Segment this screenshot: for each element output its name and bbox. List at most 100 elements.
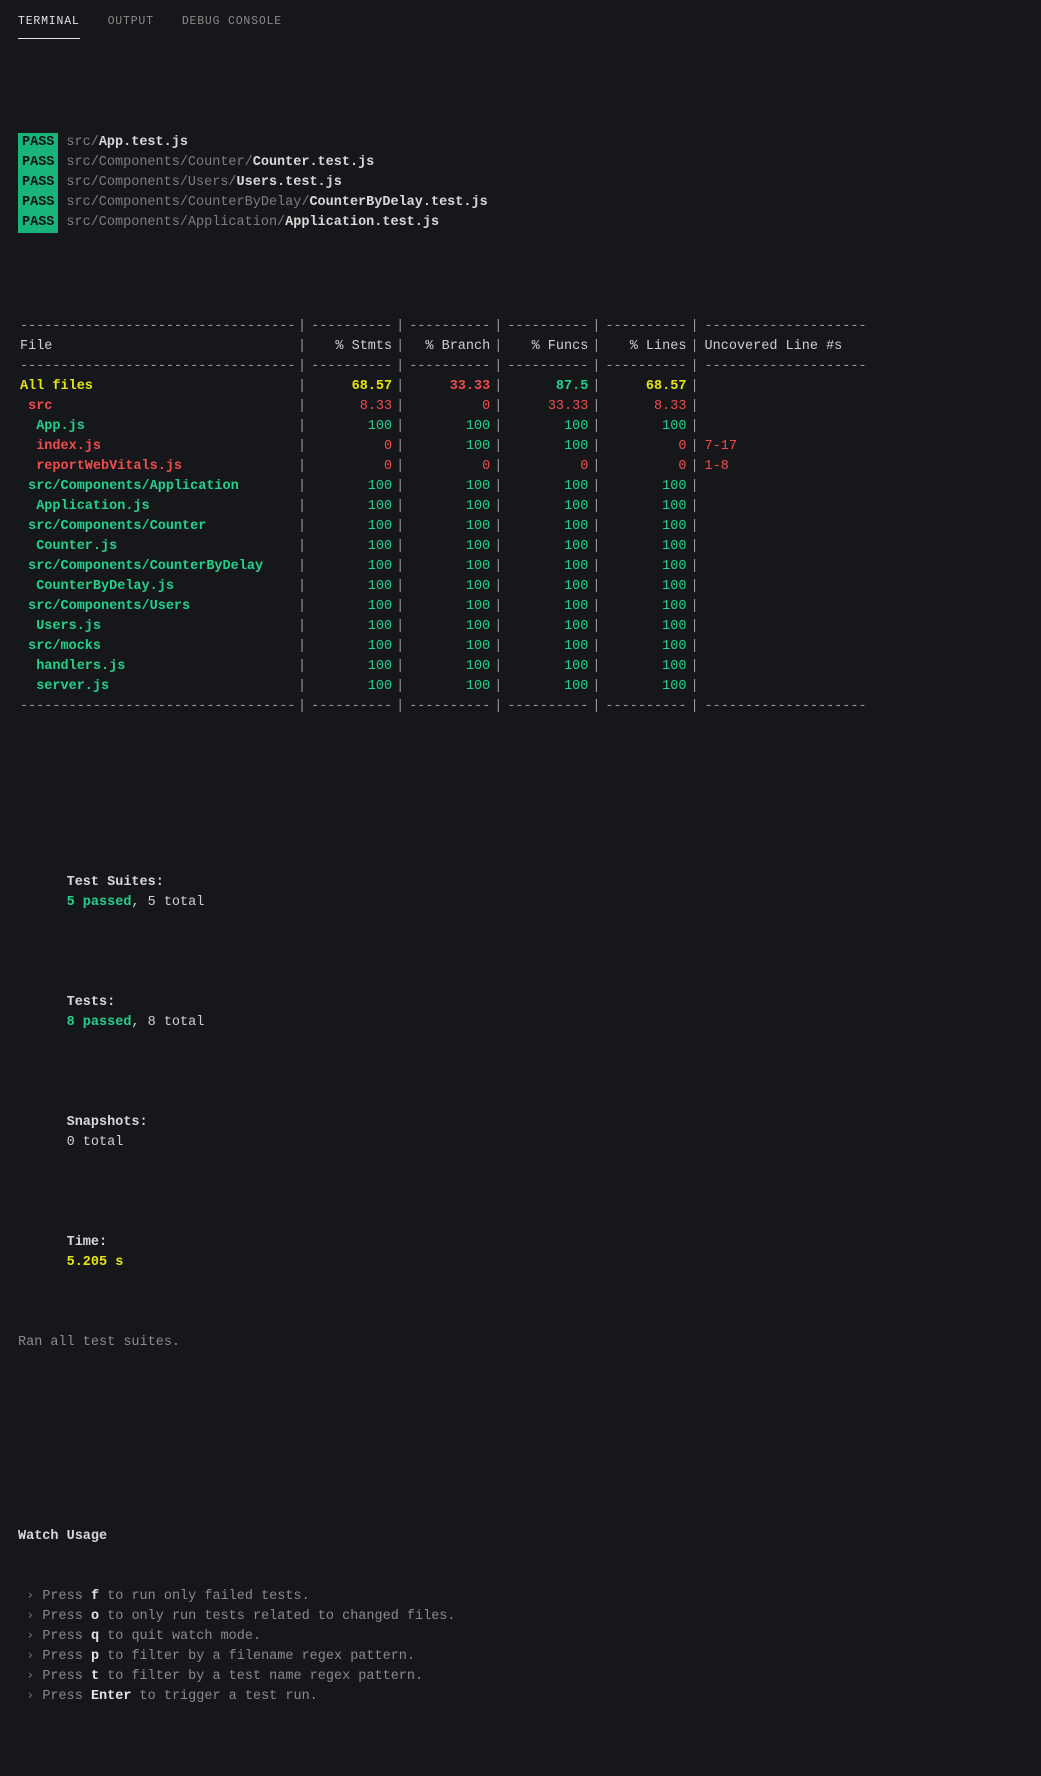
watch-press-pre: Press [42, 1629, 91, 1644]
watch-key: o [91, 1609, 99, 1624]
watch-key: f [91, 1589, 99, 1604]
coverage-uncovered [699, 677, 869, 697]
test-pass-list: PASS src/App.test.js PASS src/Components/Co… [18, 133, 1023, 233]
chevron-right-icon: › [26, 1689, 34, 1704]
coverage-stmts: 100 [306, 577, 396, 597]
pass-badge: PASS [18, 173, 58, 193]
coverage-lines: 100 [600, 597, 690, 617]
watch-press-pre: Press [42, 1589, 91, 1604]
test-path-file: App.test.js [99, 135, 188, 150]
pass-badge: PASS [18, 153, 58, 173]
coverage-branch: 33.33 [404, 377, 494, 397]
test-path-dir: src/Components/Counter/ [66, 155, 252, 170]
coverage-file: handlers.js [18, 657, 298, 677]
coverage-uncovered [699, 497, 869, 517]
coverage-lines: 100 [600, 517, 690, 537]
coverage-row: src/Components/Application|100|100|100|1… [18, 477, 1023, 497]
terminal-output[interactable]: PASS src/App.test.js PASS src/Components/Co… [0, 39, 1041, 1776]
coverage-lines: 100 [600, 477, 690, 497]
coverage-uncovered [699, 417, 869, 437]
tab-debug-console[interactable]: DEBUG CONSOLE [182, 12, 282, 39]
col-uncovered: Uncovered Line #s [699, 337, 869, 357]
coverage-branch: 100 [404, 617, 494, 637]
watch-press-pre: Press [42, 1689, 91, 1704]
tests-total: , 8 total [131, 1015, 204, 1030]
tab-output[interactable]: OUTPUT [108, 12, 154, 39]
coverage-row: src|8.33|0|33.33|8.33| [18, 397, 1023, 417]
coverage-row: server.js|100|100|100|100| [18, 677, 1023, 697]
test-path-file: Application.test.js [285, 215, 439, 230]
pass-badge: PASS [18, 213, 58, 233]
test-path-dir: src/Components/CounterByDelay/ [66, 195, 309, 210]
coverage-row: src/Components/Counter|100|100|100|100| [18, 517, 1023, 537]
chevron-right-icon: › [26, 1629, 34, 1644]
coverage-file: src/Components/Counter [18, 517, 298, 537]
coverage-branch: 100 [404, 497, 494, 517]
col-funcs: % Funcs [502, 337, 592, 357]
test-pass-line: PASS src/Components/Counter/Counter.test.… [18, 153, 1023, 173]
watch-key: q [91, 1629, 99, 1644]
coverage-file: src/mocks [18, 637, 298, 657]
coverage-lines: 100 [600, 417, 690, 437]
watch-usage-title: Watch Usage [18, 1527, 1023, 1547]
coverage-funcs: 100 [502, 437, 592, 457]
coverage-branch: 100 [404, 657, 494, 677]
test-path-dir: src/Components/Application/ [66, 215, 285, 230]
coverage-file: App.js [18, 417, 298, 437]
coverage-funcs: 33.33 [502, 397, 592, 417]
coverage-funcs: 100 [502, 557, 592, 577]
watch-press-post: to trigger a test run. [131, 1689, 317, 1704]
coverage-lines: 100 [600, 497, 690, 517]
watch-press-post: to run only failed tests. [99, 1589, 310, 1604]
coverage-divider: ----------------------------------|-----… [18, 357, 1023, 377]
coverage-branch: 100 [404, 437, 494, 457]
coverage-file: src/Components/Users [18, 597, 298, 617]
watch-press-pre: Press [42, 1669, 91, 1684]
coverage-uncovered [699, 637, 869, 657]
coverage-branch: 100 [404, 477, 494, 497]
watch-press-post: to filter by a test name regex pattern. [99, 1669, 423, 1684]
coverage-lines: 100 [600, 537, 690, 557]
snapshots-value: 0 total [67, 1135, 124, 1150]
coverage-lines: 68.57 [600, 377, 690, 397]
coverage-stmts: 100 [306, 477, 396, 497]
coverage-stmts: 100 [306, 417, 396, 437]
coverage-divider: ----------------------------------|-----… [18, 317, 1023, 337]
coverage-row: App.js|100|100|100|100| [18, 417, 1023, 437]
coverage-lines: 0 [600, 437, 690, 457]
test-path-dir: src/ [66, 135, 98, 150]
coverage-uncovered [699, 477, 869, 497]
coverage-funcs: 100 [502, 597, 592, 617]
coverage-file: Users.js [18, 617, 298, 637]
coverage-file: server.js [18, 677, 298, 697]
coverage-funcs: 100 [502, 677, 592, 697]
test-path-file: Counter.test.js [253, 155, 375, 170]
coverage-uncovered [699, 557, 869, 577]
coverage-branch: 100 [404, 537, 494, 557]
watch-usage: Watch Usage › Press f to run only failed… [18, 1487, 1023, 1747]
snapshots-label: Snapshots: [67, 1113, 185, 1133]
coverage-stmts: 100 [306, 597, 396, 617]
time-label: Time: [67, 1233, 185, 1253]
coverage-uncovered [699, 597, 869, 617]
coverage-lines: 8.33 [600, 397, 690, 417]
coverage-funcs: 100 [502, 417, 592, 437]
coverage-uncovered: 7-17 [699, 437, 869, 457]
chevron-right-icon: › [26, 1609, 34, 1624]
coverage-row: Users.js|100|100|100|100| [18, 617, 1023, 637]
coverage-lines: 100 [600, 617, 690, 637]
suites-passed: 5 passed [67, 895, 132, 910]
coverage-row: reportWebVitals.js|0|0|0|0|1-8 [18, 457, 1023, 477]
coverage-branch: 0 [404, 397, 494, 417]
col-file: File [18, 337, 298, 357]
coverage-funcs: 100 [502, 617, 592, 637]
coverage-funcs: 100 [502, 537, 592, 557]
coverage-funcs: 100 [502, 577, 592, 597]
pass-badge: PASS [18, 133, 58, 153]
tab-terminal[interactable]: TERMINAL [18, 12, 80, 39]
watch-usage-line: › Press p to filter by a filename regex … [18, 1647, 1023, 1667]
coverage-stmts: 68.57 [306, 377, 396, 397]
watch-usage-line: › Press o to only run tests related to c… [18, 1607, 1023, 1627]
watch-press-post: to only run tests related to changed fil… [99, 1609, 455, 1624]
test-path-file: CounterByDelay.test.js [309, 195, 487, 210]
